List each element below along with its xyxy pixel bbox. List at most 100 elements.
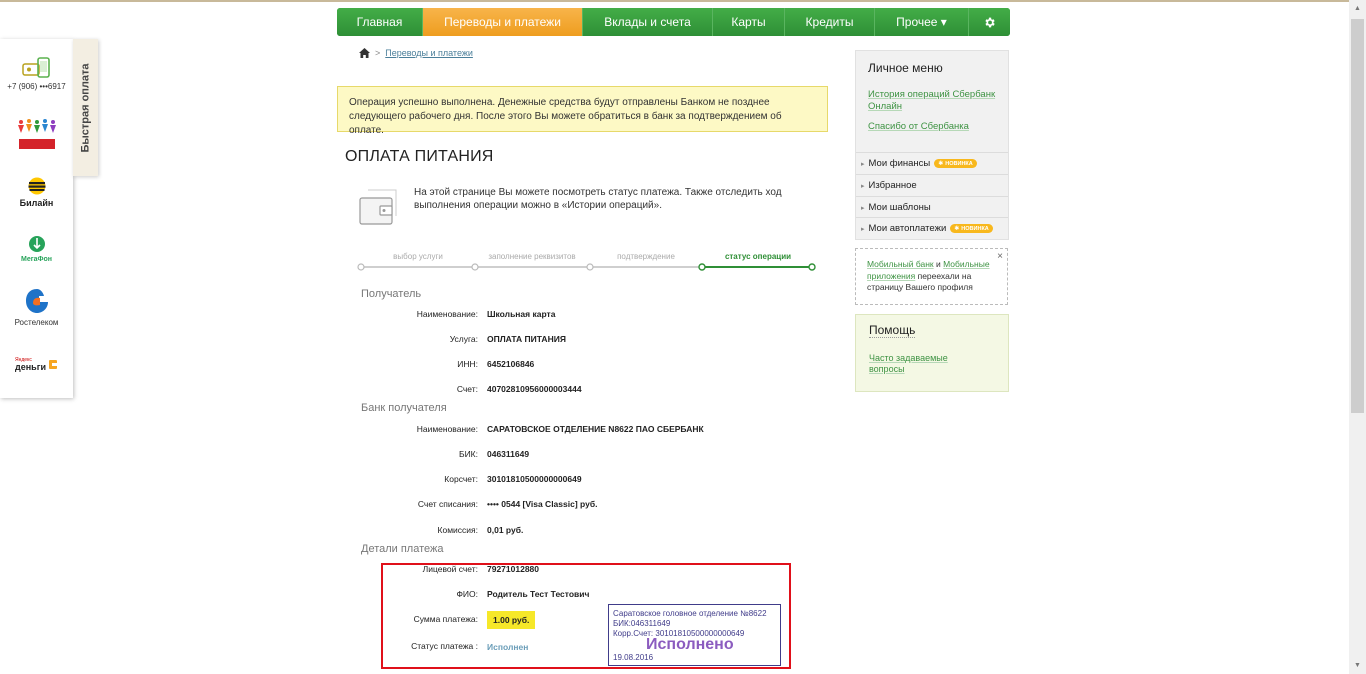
megafon-logo-icon — [28, 236, 45, 252]
megafon-label: МегаФон — [20, 256, 52, 263]
wallet-info-icon — [359, 189, 397, 225]
menu-my-templates[interactable]: ▸ Мои шаблоны — [856, 196, 1008, 218]
quick-pay-panel: +7 (906) •••6917 Билайн МегаФон Ростелек… — [0, 39, 73, 398]
personal-menu: Личное меню История операций Сбербанк Он… — [855, 50, 1009, 240]
service-value: ОПЛАТА ПИТАНИЯ — [487, 334, 566, 344]
breadcrumb-separator: > — [375, 48, 381, 58]
recipient-name-value: Школьная карта — [487, 309, 556, 319]
yandex-wallet-icon — [48, 360, 57, 369]
mobile-bank-notice: × Мобильный банк и Мобильные приложения … — [855, 248, 1008, 305]
quickpay-beeline[interactable]: Билайн — [0, 177, 73, 208]
corr-account-value: 30101810500000000649 — [487, 474, 582, 484]
menu-my-finances-label: Мои финансы — [868, 158, 931, 169]
yandex-money-label: деньги — [15, 362, 46, 372]
info-text: На этой странице Вы можете посмотреть ст… — [414, 187, 782, 211]
bank-name-label: Наименование: — [416, 424, 478, 434]
bank-name-value: САРАТОВСКОЕ ОТДЕЛЕНИЕ N8622 ПАО СБЕРБАНК — [487, 424, 704, 434]
success-message: Операция успешно выполнена. Денежные сре… — [337, 86, 828, 136]
quickpay-phone-number: +7 (906) •••6917 — [7, 82, 66, 91]
beeline-logo-icon — [28, 177, 45, 195]
scroll-up-icon[interactable]: ▲ — [1349, 0, 1366, 17]
stamp-branch: Саратовское головное отделение №8622 — [613, 609, 767, 618]
scroll-thumb[interactable] — [1351, 19, 1364, 413]
stamp-date: 19.08.2016 — [613, 653, 654, 662]
commission-value: 0,01 руб. — [487, 525, 524, 535]
debit-account-value: •••• 0544 [Visa Classic] руб. — [487, 499, 598, 509]
menu-my-autopayments[interactable]: ▸ Мои автоплатежи ✱ НОВИНКА — [856, 217, 1008, 239]
debit-account-label: Счет списания: — [417, 499, 478, 509]
help-box: Помощь Часто задаваемые вопросы — [855, 314, 1009, 392]
progress-track — [357, 263, 816, 271]
bullet-icon: ▸ — [861, 182, 865, 190]
home-icon[interactable] — [359, 48, 370, 58]
quick-pay-tab[interactable]: Быстрая оплата — [73, 39, 98, 176]
school-card-logo-icon — [17, 119, 56, 149]
commission-label: Комиссия: — [437, 525, 478, 535]
nav-transfers-payments[interactable]: Переводы и платежи — [423, 8, 583, 36]
spasibo-link[interactable]: Спасибо от Сбербанка — [868, 121, 969, 133]
star-icon: ✱ — [938, 161, 944, 167]
quickpay-rostelecom[interactable]: Ростелеком — [0, 287, 73, 327]
close-icon[interactable]: × — [997, 251, 1003, 263]
nav-cards[interactable]: Карты — [713, 8, 785, 36]
yandex-money-logo: Яндекс деньги — [15, 357, 58, 372]
rostelecom-label: Ростелеком — [14, 318, 59, 327]
bullet-icon: ▸ — [861, 204, 865, 212]
rostelecom-logo-icon — [25, 289, 48, 313]
nav-deposits-accounts[interactable]: Вклады и счета — [583, 8, 713, 36]
scroll-down-icon[interactable]: ▼ — [1349, 657, 1366, 674]
menu-my-finances[interactable]: ▸ Мои финансы ✱ НОВИНКА — [856, 152, 1008, 174]
beeline-label: Билайн — [19, 198, 54, 208]
bik-value: 046311649 — [487, 449, 530, 459]
quickpay-mobile[interactable]: +7 (906) •••6917 — [0, 57, 73, 91]
nav-credits[interactable]: Кредиты — [785, 8, 875, 36]
faq-link[interactable]: Часто задаваемые вопросы — [869, 353, 959, 375]
progress-steps: выбор услуги заполнение реквизитов подтв… — [356, 252, 818, 276]
bullet-icon: ▸ — [861, 225, 865, 233]
breadcrumb-link-transfers[interactable]: Переводы и платежи — [385, 48, 473, 58]
new-badge: ✱ НОВИНКА — [950, 224, 993, 233]
stamp-bik: БИК:046311649 — [613, 619, 671, 628]
bank-heading: Банк получателя — [361, 402, 447, 414]
menu-my-autopayments-label: Мои автоплатежи — [868, 223, 947, 234]
personal-menu-title: Личное меню — [868, 61, 943, 75]
quickpay-megafon[interactable]: МегаФон — [0, 235, 73, 263]
bullet-icon: ▸ — [861, 160, 865, 168]
page-title: ОПЛАТА ПИТАНИЯ — [345, 148, 494, 165]
new-badge-label: НОВИНКА — [961, 225, 989, 232]
menu-my-templates-label: Мои шаблоны — [868, 202, 931, 213]
star-icon: ✱ — [954, 226, 960, 232]
quick-pay-tab-label: Быстрая оплата — [79, 62, 92, 153]
inn-label: ИНН: — [457, 359, 478, 369]
account-value: 40702810956000003444 — [487, 384, 582, 394]
quickpay-school-card[interactable] — [0, 119, 73, 151]
recipient-heading: Получатель — [361, 288, 422, 300]
bik-label: БИК: — [458, 449, 478, 459]
operations-history-link[interactable]: История операций Сбербанк Онлайн — [868, 89, 1008, 113]
new-badge: ✱ НОВИНКА — [934, 159, 977, 168]
gear-icon — [985, 17, 995, 27]
help-title: Помощь — [869, 323, 916, 338]
nav-home[interactable]: Главная — [337, 8, 423, 36]
menu-favorites[interactable]: ▸ Избранное — [856, 174, 1008, 196]
top-border — [0, 0, 1366, 2]
account-label: Счет: — [456, 384, 478, 394]
payment-details-heading: Детали платежа — [361, 543, 444, 555]
phone-card-icon — [21, 57, 50, 78]
nav-other[interactable]: Прочее ▾ — [875, 8, 969, 36]
mobile-bank-link[interactable]: Мобильный банк — [867, 259, 934, 269]
bank-stamp: Саратовское головное отделение №8622 БИК… — [608, 604, 781, 666]
breadcrumb: > Переводы и платежи — [359, 48, 473, 58]
main-nav: Главная Переводы и платежи Вклады и счет… — [337, 8, 1010, 36]
corr-account-label: Корсчет: — [444, 474, 478, 484]
notice-and: и — [933, 259, 944, 269]
recipient-name-label: Наименование: — [416, 309, 478, 319]
service-label: Услуга: — [449, 334, 478, 344]
settings-button[interactable] — [969, 8, 1010, 36]
menu-favorites-label: Избранное — [868, 180, 917, 191]
stamp-status: Исполнено — [646, 636, 734, 653]
inn-value: 6452106846 — [487, 359, 535, 369]
new-badge-label: НОВИНКА — [945, 160, 973, 167]
quickpay-yandex-money[interactable]: Яндекс деньги — [0, 357, 73, 372]
page-scrollbar[interactable]: ▲ ▼ — [1349, 0, 1366, 674]
